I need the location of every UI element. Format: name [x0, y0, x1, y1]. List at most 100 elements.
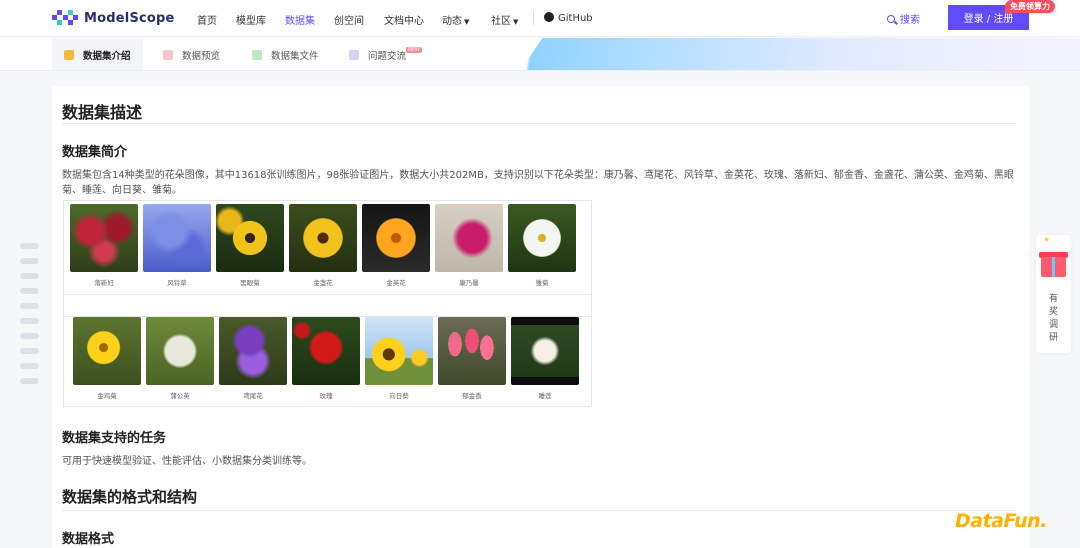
- nav-news[interactable]: 动态 ▼: [442, 12, 469, 27]
- chevron-down-icon: ▼: [464, 18, 470, 26]
- flower-cell: 风铃草: [143, 204, 211, 287]
- nav-divider: [533, 11, 534, 25]
- tab-dataset-intro[interactable]: 数据集介绍: [52, 38, 143, 70]
- logo-text: ModelScope: [84, 10, 175, 26]
- modelscope-logo[interactable]: ModelScope: [52, 10, 175, 26]
- calendula-image: [289, 204, 357, 272]
- outline-item[interactable]: [20, 258, 39, 264]
- tab-label: 数据预览: [182, 50, 221, 62]
- new-badge: NEW: [406, 47, 422, 53]
- flower-label: 蒲公英: [170, 392, 190, 400]
- tasks-text: 可用于快速模型验证、性能评估、小数据集分类训练等。: [62, 456, 312, 467]
- file-icon: [252, 49, 262, 60]
- tab-data-preview[interactable]: 数据预览: [163, 38, 221, 70]
- flower-cell: 金盏花: [289, 204, 357, 287]
- flower-cell: 蒲公英: [146, 317, 214, 400]
- flower-label: 黑眼菊: [240, 279, 260, 287]
- free-compute-badge[interactable]: 免费领算力: [1005, 0, 1055, 13]
- search-icon: [887, 14, 895, 23]
- flower-label: 鸢尾花: [243, 392, 263, 400]
- flower-label: 玫瑰: [319, 392, 333, 400]
- cube-icon: [64, 49, 74, 60]
- iris-image: [219, 317, 287, 385]
- survey-text: 有 奖 调 研: [1036, 293, 1071, 345]
- flower-label: 睡莲: [538, 392, 552, 400]
- coreopsis-image: [73, 317, 141, 385]
- tab-label: 数据集介绍: [83, 50, 131, 62]
- subnav-banner-gradient: [520, 38, 1080, 70]
- dataset-card-content: 数据集描述 数据集简介 数据集包含14种类型的花朵图像，其中13618张训练图片…: [52, 86, 1029, 548]
- carnation-image: [435, 204, 503, 272]
- outline-item[interactable]: [20, 318, 39, 324]
- nav-community[interactable]: 社区 ▼: [491, 12, 518, 27]
- dandelion-image: [146, 317, 214, 385]
- flower-label: 向日葵: [389, 392, 409, 400]
- astilbe-image: [70, 204, 138, 272]
- outline-item[interactable]: [20, 348, 39, 354]
- outline-navigator[interactable]: [20, 243, 39, 393]
- search-label: 搜索: [900, 15, 920, 26]
- outline-item[interactable]: [20, 378, 39, 384]
- california-poppy-image: [362, 204, 430, 272]
- flower-cell: 金英花: [362, 204, 430, 287]
- flower-label: 郁金香: [462, 392, 482, 400]
- flower-label: 雏菊: [535, 279, 549, 287]
- github-icon: [544, 12, 554, 22]
- outline-item[interactable]: [20, 273, 39, 279]
- format-subheading: 数据格式: [62, 532, 115, 547]
- daisy-image: [508, 204, 576, 272]
- bellflower-image: [143, 204, 211, 272]
- modelscope-logo-icon: [52, 10, 78, 26]
- outline-item[interactable]: [20, 333, 39, 339]
- chevron-down-icon: ▼: [513, 18, 519, 26]
- tab-discussion[interactable]: 问题交流: [349, 38, 407, 70]
- search-button[interactable]: 搜索: [887, 11, 920, 26]
- flower-cell: 鸢尾花: [219, 317, 287, 400]
- rose-image: [292, 317, 360, 385]
- flower-cell: 郁金香: [438, 317, 506, 400]
- flower-cell: 向日葵: [365, 317, 433, 400]
- dataset-subnav: 数据集介绍 数据预览 数据集文件 问题交流 NEW: [0, 38, 1080, 71]
- nav-datasets[interactable]: 数据集: [285, 12, 315, 27]
- flower-label: 康乃馨: [459, 279, 479, 287]
- flower-cell: 睡莲: [511, 317, 579, 400]
- nav-models[interactable]: 模型库: [236, 12, 266, 27]
- flower-label: 金英花: [386, 279, 406, 287]
- divider: [62, 123, 1016, 124]
- sunflower-image: [365, 317, 433, 385]
- flower-cell: 玫瑰: [292, 317, 360, 400]
- tulip-image: [438, 317, 506, 385]
- survey-widget[interactable]: ★ 有 奖 调 研: [1036, 235, 1071, 353]
- survey-char: 奖: [1048, 307, 1058, 317]
- nav-news-label: 动态: [442, 16, 462, 27]
- survey-char: 有: [1048, 294, 1058, 304]
- outline-item[interactable]: [20, 288, 39, 294]
- survey-char: 研: [1048, 333, 1058, 343]
- flower-cell: 黑眼菊: [216, 204, 284, 287]
- tab-label: 数据集文件: [271, 50, 319, 62]
- tasks-heading: 数据集支持的任务: [62, 431, 167, 446]
- flower-cell: 雏菊: [508, 204, 576, 287]
- flower-label: 金盏花: [313, 279, 333, 287]
- flower-image-table: 落新妇 风铃草 黑眼菊 金盏花 金英花 康乃馨 雏菊 金鸡菊 蒲公英 鸢尾花 玫…: [63, 200, 592, 407]
- gift-icon: [1041, 257, 1066, 277]
- flower-label: 风铃草: [167, 279, 187, 287]
- format-heading: 数据集的格式和结构: [62, 488, 198, 506]
- nav-studios[interactable]: 创空间: [334, 12, 364, 27]
- black-eyed-susan-image: [216, 204, 284, 272]
- survey-char: 调: [1048, 320, 1058, 330]
- nav-home[interactable]: 首页: [197, 12, 217, 27]
- nav-community-label: 社区: [491, 16, 511, 27]
- tab-dataset-files[interactable]: 数据集文件: [252, 38, 319, 70]
- nav-github[interactable]: GitHub: [544, 12, 593, 24]
- intro-text: 数据集包含14种类型的花朵图像，其中13618张训练图片，98张验证图片，数据大…: [62, 170, 1014, 196]
- outline-item[interactable]: [20, 363, 39, 369]
- divider: [62, 510, 1016, 511]
- nav-docs[interactable]: 文档中心: [384, 12, 424, 27]
- tab-label: 问题交流: [368, 50, 407, 62]
- flower-label: 落新妇: [94, 279, 114, 287]
- flower-cell: 落新妇: [70, 204, 138, 287]
- outline-item[interactable]: [20, 303, 39, 309]
- outline-item[interactable]: [20, 243, 39, 249]
- star-icon: ★: [1043, 235, 1051, 244]
